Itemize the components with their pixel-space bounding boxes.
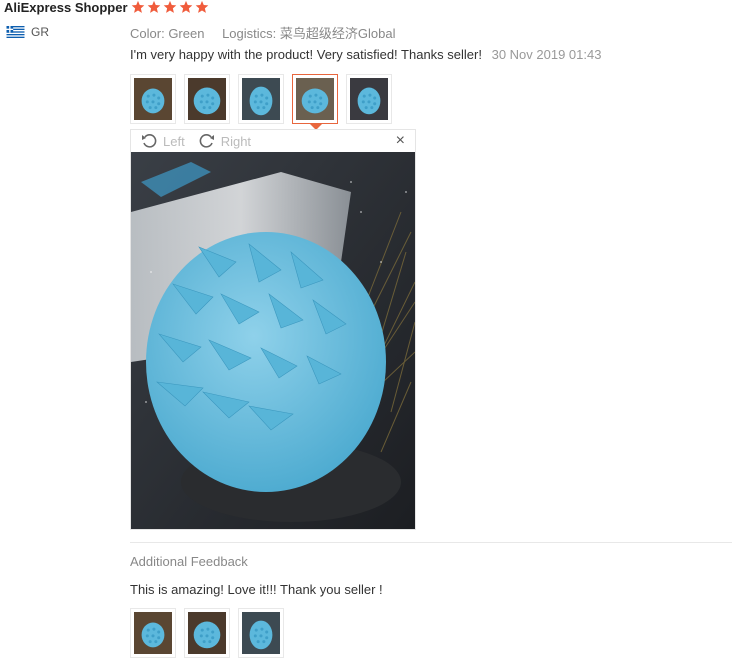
rotate-left-icon: [142, 134, 157, 148]
star-icon: [147, 0, 161, 13]
star-icon: [131, 0, 145, 13]
user-name: AliExpress Shopper: [4, 0, 128, 15]
brush-photo-icon: [188, 612, 226, 654]
rotate-left-button[interactable]: Left: [141, 133, 185, 149]
review-photo-thumbnail[interactable]: [238, 74, 284, 124]
additional-feedback-thumbnails: [130, 608, 284, 658]
additional-feedback-title: Additional Feedback: [130, 554, 248, 569]
star-icon: [195, 0, 209, 13]
additional-feedback-text: This is amazing! Love it!!! Thank you se…: [130, 582, 383, 597]
brush-photo-icon: [242, 612, 280, 654]
viewer-toolbar: Left Right ×: [131, 130, 415, 152]
review-text: I'm very happy with the product! Very sa…: [130, 47, 601, 62]
review-photo-thumbnail[interactable]: [184, 74, 230, 124]
star-icon: [179, 0, 193, 13]
rotate-right-icon: [199, 134, 214, 148]
color-value: Green: [168, 26, 205, 41]
brush-photo-icon: [134, 612, 172, 654]
greece-flag-icon: [6, 26, 25, 38]
review-photo-thumbnail[interactable]: [346, 74, 392, 124]
review-thumbnails: [130, 74, 392, 124]
review-photo-thumbnail[interactable]: [130, 74, 176, 124]
review-date: 30 Nov 2019 01:43: [491, 47, 602, 62]
rotate-right-label: Right: [220, 133, 252, 149]
review-body: I'm very happy with the product! Very sa…: [130, 47, 482, 62]
rotate-right-button[interactable]: Right: [199, 133, 251, 149]
divider: [130, 542, 732, 543]
color-label: Color:: [130, 26, 165, 41]
review-photo-thumbnail[interactable]: [292, 74, 338, 124]
brush-photo-icon: [296, 78, 334, 120]
additional-photo-thumbnail[interactable]: [184, 608, 230, 658]
close-button[interactable]: ×: [396, 132, 405, 150]
logistics-label: Logistics:: [222, 26, 277, 41]
brush-photo-icon: [134, 78, 172, 120]
logistics-value: 菜鸟超级经济Global: [279, 26, 396, 41]
country-code: GR: [31, 25, 49, 39]
brush-photo-icon: [242, 78, 280, 120]
additional-photo-thumbnail[interactable]: [130, 608, 176, 658]
country: GR: [6, 25, 49, 39]
star-icon: [163, 0, 177, 13]
enlarged-review-photo: [131, 152, 415, 529]
brush-photo-icon: [350, 78, 388, 120]
additional-photo-thumbnail[interactable]: [238, 608, 284, 658]
product-attributes: Color: Green Logistics: 菜鸟超级经济Global: [130, 23, 410, 42]
brush-photo-icon: [188, 78, 226, 120]
star-rating: [131, 0, 209, 14]
rotate-left-label: Left: [163, 133, 185, 149]
image-viewer: Left Right ×: [130, 129, 416, 530]
